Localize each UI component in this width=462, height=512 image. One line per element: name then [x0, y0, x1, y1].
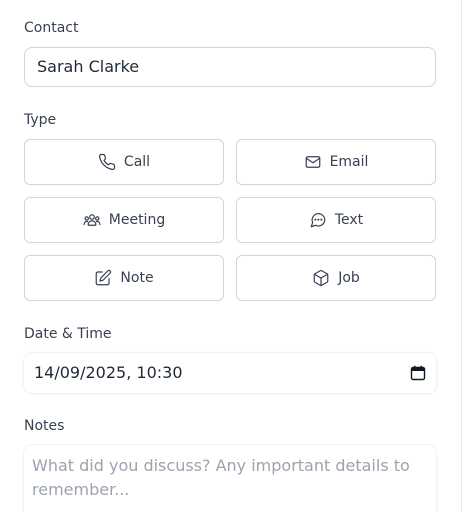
box-icon [313, 269, 329, 287]
type-label: Type [24, 112, 57, 128]
type-email-label: Email [329, 154, 369, 170]
type-text-button[interactable]: Text [236, 197, 436, 243]
datetime-input[interactable]: 14/09/2025, 10:30 [24, 353, 436, 393]
phone-icon [98, 153, 116, 171]
edit-icon [96, 269, 112, 286]
type-call-label: Call [123, 154, 151, 170]
contact-input[interactable]: Sarah Clarke [24, 47, 436, 87]
type-note-label: Note [120, 270, 154, 286]
type-note-button[interactable]: Note [24, 255, 224, 301]
contact-label: Contact [24, 20, 79, 36]
mail-icon [305, 156, 320, 168]
type-text-label: Text [334, 212, 364, 228]
calendar-icon[interactable] [410, 365, 426, 381]
type-job-label: Job [338, 270, 360, 286]
type-meeting-button[interactable]: Meeting [24, 197, 224, 243]
type-email-button[interactable]: Email [236, 139, 436, 185]
notes-label: Notes [24, 418, 65, 434]
type-job-button[interactable]: Job [236, 255, 436, 301]
notes-placeholder: What did you discuss? Any important deta… [32, 456, 410, 499]
datetime-value: 14/09/2025, 10:30 [34, 363, 183, 382]
log-activity-form: Contact Sarah Clarke Type Call Email Mee… [0, 0, 462, 512]
message-icon [310, 213, 326, 228]
datetime-label: Date & Time [24, 326, 112, 342]
type-meeting-label: Meeting [108, 212, 166, 228]
users-icon [83, 214, 101, 226]
notes-textarea[interactable]: What did you discuss? Any important deta… [24, 445, 436, 512]
type-call-button[interactable]: Call [24, 139, 224, 185]
